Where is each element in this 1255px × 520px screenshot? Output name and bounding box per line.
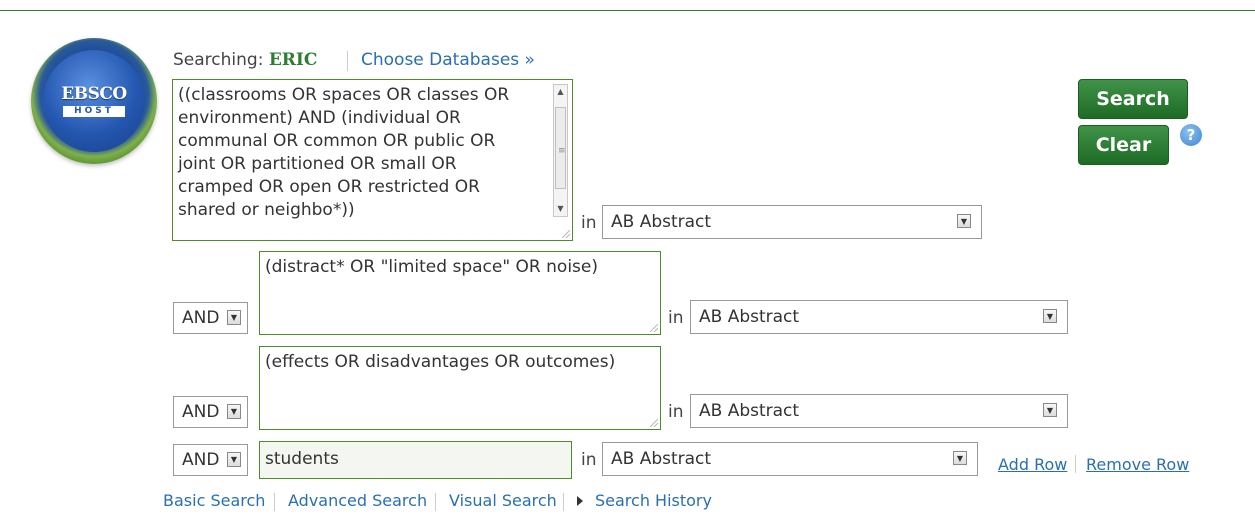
dropdown-arrow-icon[interactable]: ▼ bbox=[957, 214, 971, 228]
nav-separator bbox=[274, 493, 275, 511]
resize-grip-icon[interactable] bbox=[650, 324, 658, 332]
dropdown-arrow-icon[interactable]: ▼ bbox=[227, 452, 241, 467]
operator-select-4-value: AND bbox=[182, 450, 220, 470]
field-select-3[interactable]: AB Abstract ▼ bbox=[690, 394, 1068, 428]
field-select-2-value: AB Abstract bbox=[699, 307, 800, 327]
search-box-2-text: (distract* OR "limited space" OR noise) bbox=[265, 257, 598, 277]
operator-select-3-value: AND bbox=[182, 402, 220, 422]
field-select-1[interactable]: AB Abstract ▼ bbox=[602, 205, 982, 239]
in-label-2: in bbox=[668, 308, 684, 328]
scroll-thumb[interactable]: ≡ bbox=[555, 107, 566, 189]
logo-host-bar: HOST bbox=[63, 106, 125, 117]
search-box-1-text: ((classrooms OR spaces OR classes OR env… bbox=[178, 85, 515, 220]
search-box-3[interactable]: (effects OR disadvantages OR outcomes) bbox=[259, 346, 661, 430]
dropdown-arrow-icon[interactable]: ▼ bbox=[227, 310, 241, 325]
help-icon[interactable]: ? bbox=[1180, 124, 1202, 146]
dropdown-arrow-icon[interactable]: ▼ bbox=[227, 404, 241, 419]
triangle-right-icon bbox=[577, 496, 583, 506]
in-label-1: in bbox=[581, 213, 597, 233]
clear-button[interactable]: Clear bbox=[1078, 125, 1169, 165]
visual-search-link[interactable]: Visual Search bbox=[449, 491, 557, 510]
search-history-link[interactable]: Search History bbox=[595, 491, 712, 510]
top-divider bbox=[0, 10, 1255, 11]
search-box-4-text: students bbox=[265, 449, 339, 469]
field-select-4[interactable]: AB Abstract ▼ bbox=[602, 442, 978, 476]
nav-separator bbox=[435, 493, 436, 511]
advanced-search-link[interactable]: Advanced Search bbox=[288, 491, 427, 510]
search-box-1-scrollbar[interactable]: ▲ ≡ ▼ bbox=[553, 84, 568, 217]
in-label-4: in bbox=[581, 450, 597, 470]
ebsco-host-logo[interactable]: EBSCO HOST bbox=[31, 38, 157, 164]
row-actions-separator bbox=[1075, 455, 1076, 473]
searching-indicator: Searching: ERIC bbox=[173, 50, 317, 70]
dropdown-arrow-icon[interactable]: ▼ bbox=[1043, 403, 1057, 417]
remove-row-link[interactable]: Remove Row bbox=[1086, 455, 1189, 474]
add-row-link[interactable]: Add Row bbox=[998, 455, 1067, 474]
dropdown-arrow-icon[interactable]: ▼ bbox=[1043, 309, 1057, 323]
field-select-3-value: AB Abstract bbox=[699, 401, 800, 421]
operator-select-4[interactable]: AND ▼ bbox=[173, 444, 248, 476]
resize-grip-icon[interactable] bbox=[650, 419, 658, 427]
choose-databases-link[interactable]: Choose Databases » bbox=[361, 50, 535, 70]
operator-select-2-value: AND bbox=[182, 308, 220, 328]
search-button[interactable]: Search bbox=[1078, 79, 1188, 119]
resize-grip-icon[interactable] bbox=[562, 230, 570, 238]
basic-search-link[interactable]: Basic Search bbox=[163, 491, 265, 510]
database-name: ERIC bbox=[268, 50, 318, 70]
field-select-2[interactable]: AB Abstract ▼ bbox=[690, 300, 1068, 334]
search-box-3-text: (effects OR disadvantages OR outcomes) bbox=[265, 352, 616, 372]
header-separator bbox=[347, 51, 348, 71]
search-box-4[interactable]: students bbox=[259, 441, 572, 479]
operator-select-2[interactable]: AND ▼ bbox=[173, 302, 248, 334]
searching-label: Searching: bbox=[173, 50, 264, 70]
search-box-1[interactable]: ((classrooms OR spaces OR classes OR env… bbox=[172, 79, 573, 241]
search-box-2[interactable]: (distract* OR "limited space" OR noise) bbox=[259, 251, 661, 335]
logo-wordmark: EBSCO bbox=[61, 84, 127, 104]
dropdown-arrow-icon[interactable]: ▼ bbox=[953, 451, 967, 465]
operator-select-3[interactable]: AND ▼ bbox=[173, 396, 248, 428]
logo-inner-disc: EBSCO HOST bbox=[43, 50, 145, 152]
nav-separator bbox=[563, 493, 564, 511]
field-select-1-value: AB Abstract bbox=[611, 212, 712, 232]
field-select-4-value: AB Abstract bbox=[611, 449, 712, 469]
in-label-3: in bbox=[668, 402, 684, 422]
scroll-down-icon[interactable]: ▼ bbox=[554, 202, 567, 216]
scroll-up-icon[interactable]: ▲ bbox=[554, 85, 567, 99]
